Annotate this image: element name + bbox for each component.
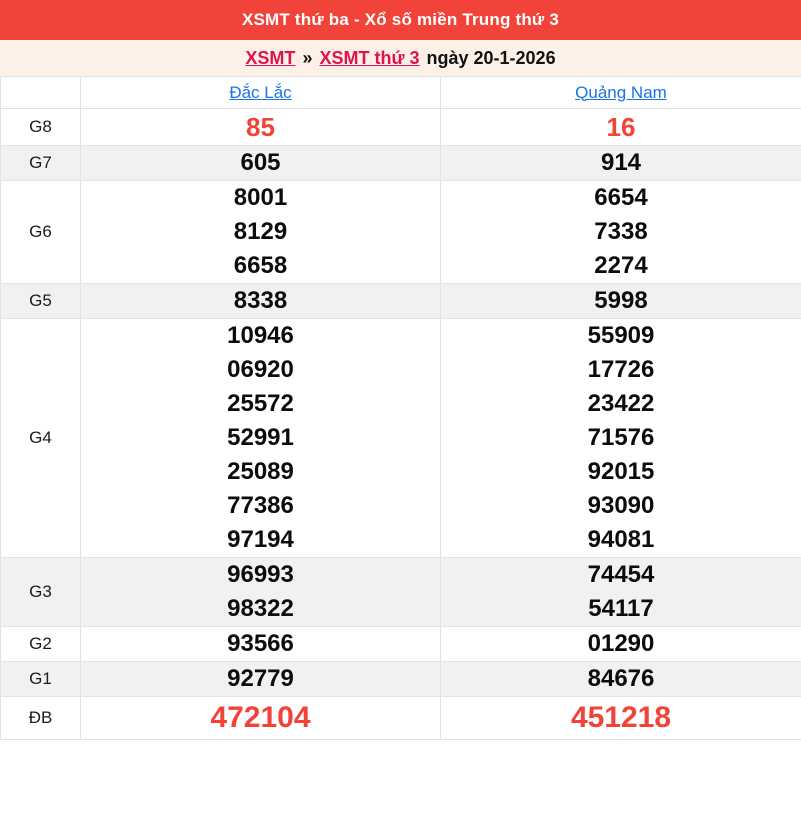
prize-cell-dac-lac: 8338 — [81, 284, 441, 319]
prize-number: 77386 — [81, 489, 440, 523]
prize-label: G6 — [1, 181, 81, 284]
page: XSMT thứ ba - Xổ số miền Trung thứ 3 XSM… — [0, 0, 801, 814]
prize-number: 23422 — [441, 387, 801, 421]
results-table: Đắc Lắc Quảng Nam G88516G7605914G6800181… — [0, 76, 801, 740]
prize-label: G4 — [1, 319, 81, 558]
prize-number: 94081 — [441, 523, 801, 557]
breadcrumb: XSMT » XSMT thứ 3 ngày 20-1-2026 — [0, 40, 801, 76]
breadcrumb-separator: » — [302, 48, 312, 69]
prize-cell-dac-lac: 472104 — [81, 697, 441, 740]
prize-number: 6658 — [81, 249, 440, 283]
prize-cell-quang-nam: 451218 — [441, 697, 801, 740]
table-row-g4: G410946069202557252991250897738697194559… — [1, 319, 801, 558]
prize-cell-quang-nam: 01290 — [441, 627, 801, 662]
column-header-quang-nam: Quảng Nam — [441, 77, 801, 109]
prize-number: 16 — [441, 109, 801, 145]
prize-cell-dac-lac: 9699398322 — [81, 558, 441, 627]
prize-cell-quang-nam: 16 — [441, 109, 801, 146]
prize-number: 92779 — [81, 662, 440, 696]
prize-label: G8 — [1, 109, 81, 146]
prize-number: 605 — [81, 146, 440, 180]
prize-label: G7 — [1, 146, 81, 181]
prize-number: 914 — [441, 146, 801, 180]
prize-number: 10946 — [81, 319, 440, 353]
prize-number: 2274 — [441, 249, 801, 283]
prize-number: 84676 — [441, 662, 801, 696]
prize-cell-dac-lac: 92779 — [81, 662, 441, 697]
table-row-g3: G396993983227445454117 — [1, 558, 801, 627]
prize-label: ĐB — [1, 697, 81, 740]
prize-cell-dac-lac: 605 — [81, 146, 441, 181]
prize-cell-quang-nam: 7445454117 — [441, 558, 801, 627]
prize-cell-dac-lac: 85 — [81, 109, 441, 146]
table-row-g7: G7605914 — [1, 146, 801, 181]
table-row-đb: ĐB472104451218 — [1, 697, 801, 740]
prize-number: 06920 — [81, 353, 440, 387]
prize-label: G5 — [1, 284, 81, 319]
results-tbody: G88516G7605914G6800181296658665473382274… — [1, 109, 801, 740]
prize-number: 55909 — [441, 319, 801, 353]
breadcrumb-link-xsmt[interactable]: XSMT — [245, 48, 295, 69]
prize-number: 451218 — [441, 697, 801, 739]
prize-number: 8338 — [81, 284, 440, 318]
prize-number: 96993 — [81, 558, 440, 592]
breadcrumb-date: ngày 20-1-2026 — [427, 48, 556, 69]
prize-number: 7338 — [441, 215, 801, 249]
prize-number: 5998 — [441, 284, 801, 318]
table-row-g6: G6800181296658665473382274 — [1, 181, 801, 284]
prize-number: 01290 — [441, 627, 801, 661]
prize-cell-dac-lac: 800181296658 — [81, 181, 441, 284]
prize-number: 6654 — [441, 181, 801, 215]
prize-number: 52991 — [81, 421, 440, 455]
prize-number: 472104 — [81, 697, 440, 739]
prize-number: 54117 — [441, 592, 801, 626]
prize-cell-quang-nam: 84676 — [441, 662, 801, 697]
prize-number: 71576 — [441, 421, 801, 455]
corner-cell — [1, 77, 81, 109]
prize-label: G2 — [1, 627, 81, 662]
prize-label: G1 — [1, 662, 81, 697]
prize-label: G3 — [1, 558, 81, 627]
prize-number: 8129 — [81, 215, 440, 249]
prize-cell-dac-lac: 10946069202557252991250897738697194 — [81, 319, 441, 558]
prize-number: 98322 — [81, 592, 440, 626]
prize-number: 97194 — [81, 523, 440, 557]
prize-number: 85 — [81, 109, 440, 145]
table-row-g1: G19277984676 — [1, 662, 801, 697]
prize-number: 17726 — [441, 353, 801, 387]
prize-cell-quang-nam: 665473382274 — [441, 181, 801, 284]
breadcrumb-link-xsmt-thu-3[interactable]: XSMT thứ 3 — [319, 48, 419, 69]
column-link-quang-nam[interactable]: Quảng Nam — [575, 83, 667, 102]
prize-number: 93090 — [441, 489, 801, 523]
prize-cell-quang-nam: 914 — [441, 146, 801, 181]
prize-number: 25089 — [81, 455, 440, 489]
page-title: XSMT thứ ba - Xổ số miền Trung thứ 3 — [242, 10, 559, 30]
table-row-g5: G583385998 — [1, 284, 801, 319]
prize-cell-quang-nam: 5998 — [441, 284, 801, 319]
title-bar: XSMT thứ ba - Xổ số miền Trung thứ 3 — [0, 0, 801, 40]
column-header-row: Đắc Lắc Quảng Nam — [1, 77, 801, 109]
column-header-dac-lac: Đắc Lắc — [81, 77, 441, 109]
prize-number: 8001 — [81, 181, 440, 215]
prize-number: 93566 — [81, 627, 440, 661]
prize-cell-quang-nam: 55909177262342271576920159309094081 — [441, 319, 801, 558]
prize-number: 92015 — [441, 455, 801, 489]
column-link-dac-lac[interactable]: Đắc Lắc — [229, 83, 291, 102]
prize-number: 25572 — [81, 387, 440, 421]
table-row-g2: G29356601290 — [1, 627, 801, 662]
prize-number: 74454 — [441, 558, 801, 592]
prize-cell-dac-lac: 93566 — [81, 627, 441, 662]
table-row-g8: G88516 — [1, 109, 801, 146]
